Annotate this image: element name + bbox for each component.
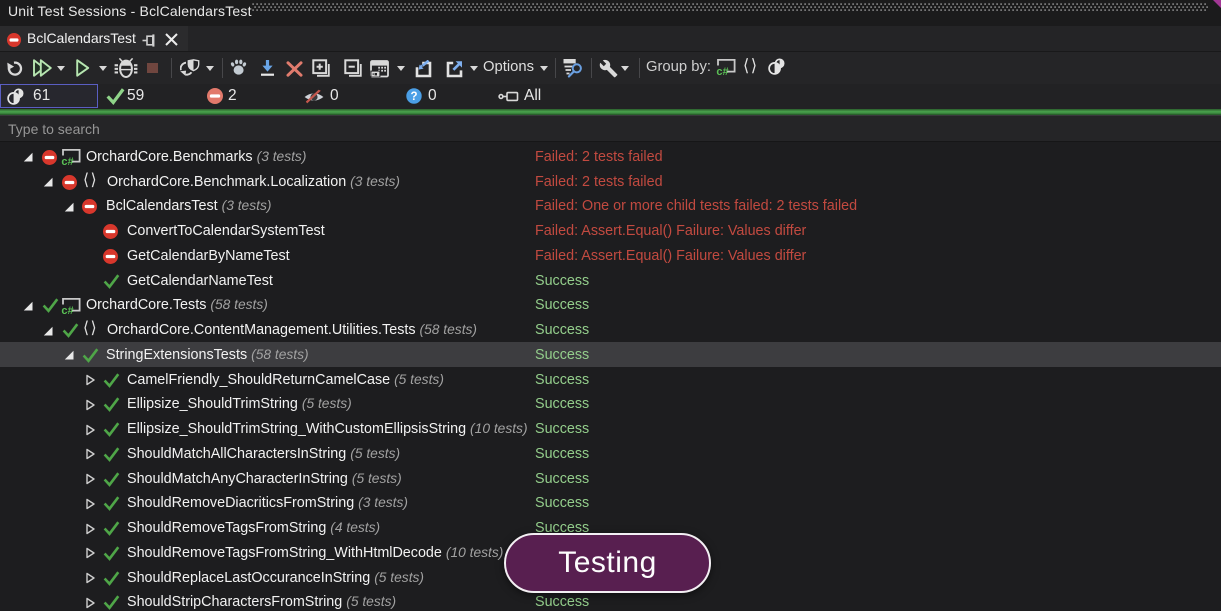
svg-text:c#: c#: [61, 156, 73, 166]
svg-text:c#: c#: [716, 66, 728, 76]
svg-text:?: ?: [410, 91, 417, 103]
svg-text:c#: c#: [61, 305, 73, 315]
